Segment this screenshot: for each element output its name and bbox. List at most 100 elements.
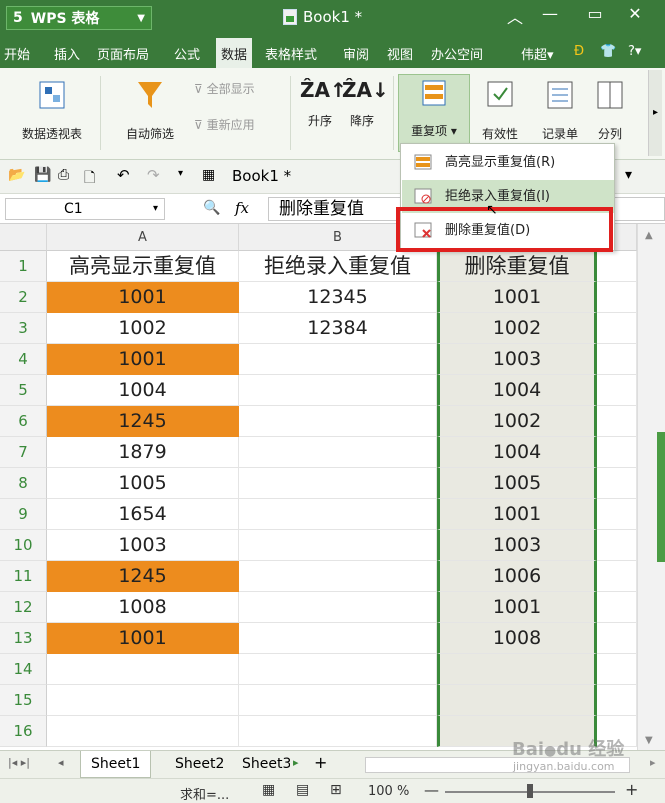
sheet-tab-3[interactable]: Sheet3 xyxy=(232,751,290,778)
cell-b16[interactable] xyxy=(239,716,437,747)
row-header[interactable]: 10 xyxy=(0,530,47,561)
scroll-down-icon[interactable]: ▼ xyxy=(645,735,653,746)
row-header[interactable]: 2 xyxy=(0,282,47,313)
row-header[interactable]: 4 xyxy=(0,344,47,375)
cell-a9[interactable]: 1654 xyxy=(47,499,239,530)
sheet-tab-1[interactable]: Sheet1 xyxy=(80,751,152,778)
cell-c1[interactable]: 删除重复值 xyxy=(437,251,597,282)
cell-b5[interactable] xyxy=(239,375,437,406)
cell-c2[interactable]: 1001 xyxy=(437,282,597,313)
cell-a10[interactable]: 1003 xyxy=(47,530,239,561)
autofilter-button[interactable]: 自动筛选 xyxy=(113,80,187,142)
sort-descending-button[interactable]: ẐA↓ 降序 xyxy=(342,78,389,129)
cell-d4[interactable] xyxy=(597,344,637,375)
menu-data[interactable]: 数据 xyxy=(216,38,253,68)
cell-a12[interactable]: 1008 xyxy=(47,592,239,623)
cell-d8[interactable] xyxy=(597,468,637,499)
normal-view-icon[interactable]: ▦ xyxy=(262,782,275,798)
show-all-button[interactable]: ⊽ 全部显示 xyxy=(194,80,284,97)
undo-icon[interactable]: ↶ xyxy=(117,166,130,184)
zoom-out-button[interactable]: — xyxy=(424,781,439,799)
cell-d12[interactable] xyxy=(597,592,637,623)
scroll-right-icon[interactable]: ▸ xyxy=(650,756,656,769)
cell-a4[interactable]: 1001 xyxy=(47,344,239,375)
cell-b6[interactable] xyxy=(239,406,437,437)
row-header[interactable]: 12 xyxy=(0,592,47,623)
menu-insert[interactable]: 插入 xyxy=(54,44,80,63)
customize-arrow-icon[interactable]: ▾ xyxy=(178,168,183,179)
cell-b14[interactable] xyxy=(239,654,437,685)
print-preview-icon[interactable]: 🗋 xyxy=(84,167,95,191)
cell-d6[interactable] xyxy=(597,406,637,437)
name-box[interactable]: C1 ▾ xyxy=(5,198,165,220)
row-header[interactable]: 13 xyxy=(0,623,47,654)
cell-d11[interactable] xyxy=(597,561,637,592)
scroll-up-icon[interactable]: ▲ xyxy=(645,230,653,241)
cell-d7[interactable] xyxy=(597,437,637,468)
prev-sheet-icon[interactable]: ◂ xyxy=(58,756,64,769)
menu-office-space[interactable]: 办公空间 xyxy=(431,44,483,63)
cell-c15[interactable] xyxy=(437,685,597,716)
redo-icon[interactable]: ↷ xyxy=(147,166,160,184)
duplicates-button[interactable]: 重复项 ▾ xyxy=(398,74,470,152)
app-menu-button[interactable]: 5 WPS 表格 ▼ xyxy=(6,6,152,30)
maximize-button[interactable]: ▭ xyxy=(580,4,610,23)
menu-page-layout[interactable]: 页面布局 xyxy=(97,44,149,63)
cell-c13[interactable]: 1008 xyxy=(437,623,597,654)
ribbon-collapse-icon[interactable]: ︿ xyxy=(500,4,530,28)
cell-c3[interactable]: 1002 xyxy=(437,313,597,344)
cell-b7[interactable] xyxy=(239,437,437,468)
sort-ascending-button[interactable]: ẐA↑ 升序 xyxy=(300,78,347,129)
add-sheet-icon[interactable]: + xyxy=(314,753,327,772)
cell-d3[interactable] xyxy=(597,313,637,344)
menu-home[interactable]: 开始 xyxy=(4,44,30,63)
cell-b12[interactable] xyxy=(239,592,437,623)
scrollbar-thumb[interactable] xyxy=(657,432,665,562)
validity-button[interactable]: 有效性 xyxy=(475,80,525,142)
cell-c8[interactable]: 1005 xyxy=(437,468,597,499)
row-header[interactable]: 15 xyxy=(0,685,47,716)
cell-c5[interactable]: 1004 xyxy=(437,375,597,406)
cell-d13[interactable] xyxy=(597,623,637,654)
row-header[interactable]: 9 xyxy=(0,499,47,530)
help-button[interactable]: ?▾ xyxy=(628,44,641,59)
cell-d15[interactable] xyxy=(597,685,637,716)
cell-a2[interactable]: 1001 xyxy=(47,282,239,313)
menu-table-style[interactable]: 表格样式 xyxy=(265,44,317,63)
cell-c7[interactable]: 1004 xyxy=(437,437,597,468)
row-header[interactable]: 11 xyxy=(0,561,47,592)
cell-c11[interactable]: 1006 xyxy=(437,561,597,592)
print-icon[interactable]: ⎙ xyxy=(58,167,69,183)
cell-d1[interactable] xyxy=(597,251,637,282)
select-all-corner[interactable] xyxy=(0,224,47,251)
minimize-button[interactable]: — xyxy=(535,4,565,23)
cell-d14[interactable] xyxy=(597,654,637,685)
close-button[interactable]: ✕ xyxy=(620,4,650,23)
cell-a7[interactable]: 1879 xyxy=(47,437,239,468)
cell-b2[interactable]: 12345 xyxy=(239,282,437,313)
record-form-button[interactable]: 记录单 xyxy=(533,80,587,142)
next-sheet-icon[interactable]: ▸ xyxy=(293,756,299,769)
page-layout-view-icon[interactable]: ▤ xyxy=(296,782,309,798)
shirt-icon[interactable]: 👕 xyxy=(600,44,616,59)
menu-view[interactable]: 视图 xyxy=(387,44,413,63)
ribbon-scroll-right[interactable]: ▸ xyxy=(648,70,662,156)
cell-c6[interactable]: 1002 xyxy=(437,406,597,437)
cell-b3[interactable]: 12384 xyxy=(239,313,437,344)
workbook-tab-label[interactable]: Book1 * xyxy=(232,167,291,185)
cell-b13[interactable] xyxy=(239,623,437,654)
cell-d2[interactable] xyxy=(597,282,637,313)
row-header[interactable]: 5 xyxy=(0,375,47,406)
row-header[interactable]: 7 xyxy=(0,437,47,468)
cell-d9[interactable] xyxy=(597,499,637,530)
row-header[interactable]: 1 xyxy=(0,251,47,282)
fx-icon[interactable]: fx xyxy=(235,199,249,217)
highlight-duplicates-item[interactable]: 高亮显示重复值(R) xyxy=(402,146,614,179)
cell-a5[interactable]: 1004 xyxy=(47,375,239,406)
cell-c12[interactable]: 1001 xyxy=(437,592,597,623)
cell-b4[interactable] xyxy=(239,344,437,375)
save-icon[interactable]: 💾 xyxy=(34,167,51,183)
cell-c9[interactable]: 1001 xyxy=(437,499,597,530)
row-header[interactable]: 16 xyxy=(0,716,47,747)
cell-c10[interactable]: 1003 xyxy=(437,530,597,561)
